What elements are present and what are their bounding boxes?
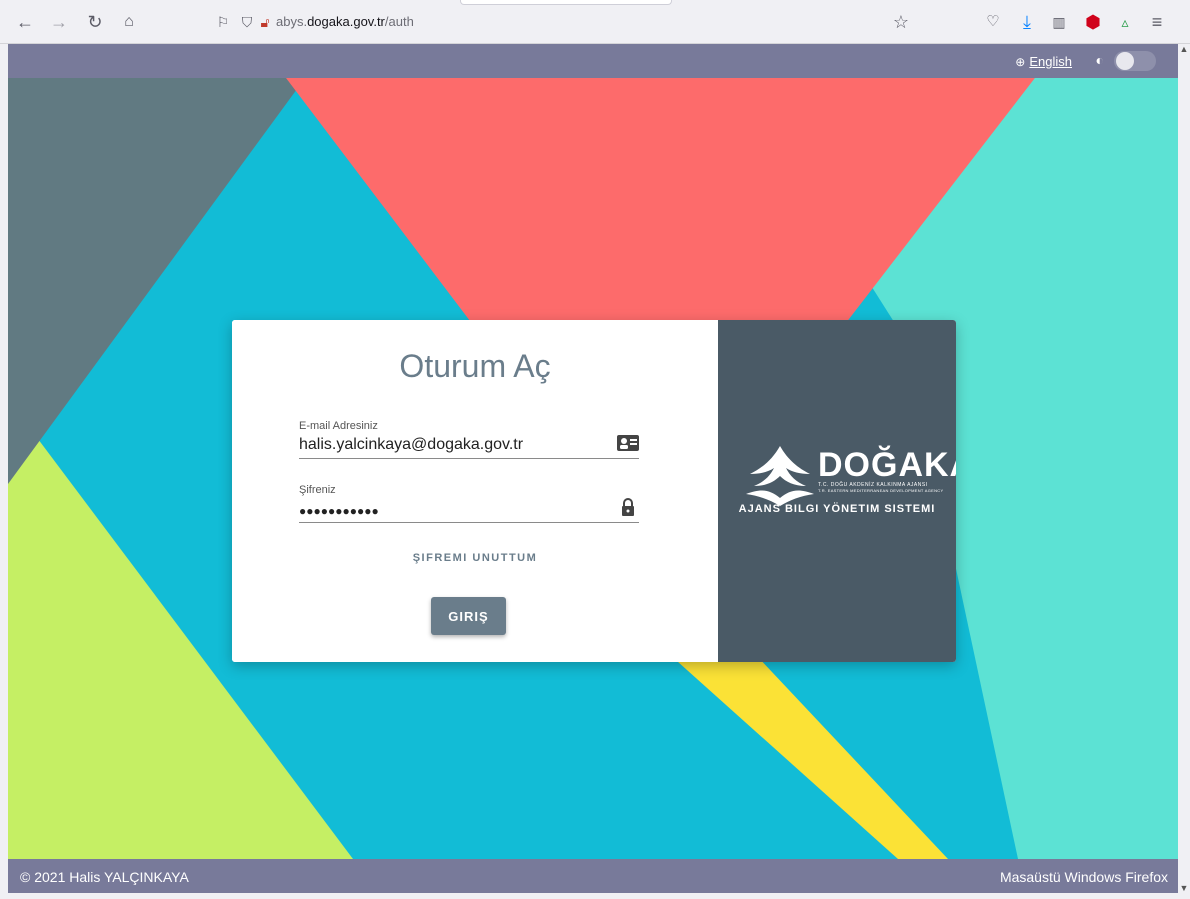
language-label[interactable]: English: [1029, 54, 1072, 69]
brightness-icon: ◐: [1095, 52, 1104, 68]
password-input[interactable]: ●●●●●●●●●●●: [299, 500, 639, 522]
app-viewport: ⊕ English ◐ Oturum Aç E-mail Adresiniz ha…: [8, 44, 1178, 893]
login-button[interactable]: GIRIŞ: [431, 597, 506, 635]
extension-icon[interactable]: ▵: [1114, 11, 1136, 33]
scroll-up-icon[interactable]: ▲: [1178, 44, 1190, 54]
reload-icon[interactable]: ↻: [84, 11, 106, 33]
lock-warning-icon[interactable]: 🔓︎: [254, 11, 276, 33]
email-field[interactable]: E-mail Adresiniz halis.yalcinkaya@dogaka…: [299, 420, 639, 459]
scroll-down-icon[interactable]: ▼: [1178, 883, 1190, 893]
download-icon[interactable]: ⤓: [1016, 11, 1038, 33]
language-link[interactable]: ⊕ English: [1015, 54, 1072, 69]
brand-name: DOĞAKA: [818, 446, 956, 484]
back-icon[interactable]: ←: [14, 11, 36, 33]
lock-icon: [622, 498, 634, 516]
brand-tagline-en: T.R. EASTERN MEDITERRANEAN DEVELOPMENT A…: [818, 488, 944, 493]
sidebar-icon[interactable]: ▥: [1048, 11, 1070, 33]
top-bar: ⊕ English ◐: [8, 44, 1178, 78]
window-bottom-edge: [0, 893, 1190, 899]
page-title: Oturum Aç: [399, 348, 551, 384]
copyright-text: © 2021 Halis YALÇINKAYA: [20, 869, 189, 885]
password-label: Şifreniz: [299, 484, 336, 496]
pocket-icon[interactable]: ♡: [982, 11, 1004, 33]
forgot-password-link[interactable]: ŞIFREMI UNUTTUM: [232, 552, 718, 564]
window-edge: [0, 44, 8, 893]
star-icon[interactable]: ☆: [890, 11, 912, 33]
brand-subtitle: AJANS BILGI YÖNETIM SISTEMI: [738, 503, 936, 515]
login-form: Oturum Aç E-mail Adresiniz halis.yalcink…: [232, 320, 718, 662]
globe-icon: ⊕: [1015, 55, 1026, 69]
footer: © 2021 Halis YALÇINKAYA Masaüstü Windows…: [8, 859, 1178, 893]
bookmark-page-icon[interactable]: ⚐: [212, 11, 234, 33]
ublock-icon[interactable]: ⬢: [1082, 11, 1104, 33]
address-bar[interactable]: ⚐ ⛉ 🔓︎ abys.dogaka.gov.tr/auth ☆: [212, 6, 920, 38]
dark-mode-toggle[interactable]: [1114, 51, 1156, 71]
toggle-knob[interactable]: [1116, 52, 1134, 70]
contact-card-icon: [617, 435, 639, 451]
home-icon[interactable]: ⌂: [118, 11, 140, 33]
brand-panel: DOĞAKA T.C. DOĞU AKDENİZ KALKINMA AJANSI…: [718, 320, 956, 662]
password-field[interactable]: Şifreniz ●●●●●●●●●●●: [299, 484, 639, 523]
email-input[interactable]: halis.yalcinkaya@dogaka.gov.tr: [299, 436, 639, 458]
email-label: E-mail Adresiniz: [299, 420, 378, 432]
active-tab[interactable]: [460, 0, 672, 5]
url-text[interactable]: abys.dogaka.gov.tr/auth: [276, 14, 414, 29]
menu-icon[interactable]: ≡: [1146, 11, 1168, 33]
scrollbar[interactable]: ▲ ▼: [1178, 44, 1190, 893]
forward-icon[interactable]: →: [48, 11, 70, 33]
platform-text: Masaüstü Windows Firefox: [999, 869, 1168, 885]
browser-toolbar: ← → ↻ ⌂ ⚐ ⛉ 🔓︎ abys.dogaka.gov.tr/auth ☆…: [0, 0, 1190, 44]
login-card: Oturum Aç E-mail Adresiniz halis.yalcink…: [232, 320, 956, 662]
